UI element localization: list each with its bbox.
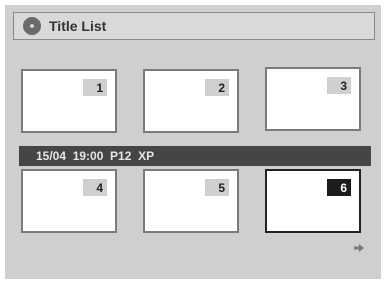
title-thumbnail-3[interactable]: 3 xyxy=(265,67,361,131)
title-number: 2 xyxy=(205,79,229,96)
title-thumbnail-6[interactable]: 6 xyxy=(265,169,361,233)
title-thumbnail-4[interactable]: 4 xyxy=(21,169,117,233)
title-thumbnail-2[interactable]: 2 xyxy=(143,69,239,133)
title-number: 6 xyxy=(327,179,351,196)
title-number: 5 xyxy=(205,179,229,196)
title-info-bar: 15/04 19:00 P12 XP xyxy=(19,146,371,166)
title-number: 4 xyxy=(83,179,107,196)
page-title: Title List xyxy=(49,18,107,34)
title-list-header: Title List xyxy=(13,12,375,40)
title-number: 1 xyxy=(83,79,107,96)
title-thumbnail-5[interactable]: 5 xyxy=(143,169,239,233)
next-page-arrow-icon[interactable] xyxy=(354,244,364,252)
title-list-panel: Title List 1 2 3 15/04 19:00 P12 XP 4 5 … xyxy=(5,5,381,279)
title-thumbnail-1[interactable]: 1 xyxy=(21,69,117,133)
disc-icon xyxy=(23,17,41,35)
title-number: 3 xyxy=(327,77,351,94)
